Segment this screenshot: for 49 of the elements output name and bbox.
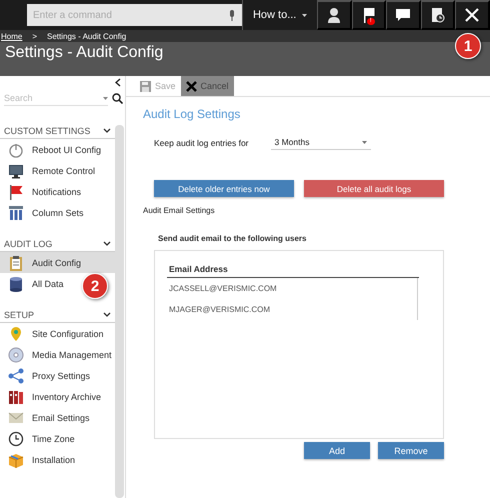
person-icon: [327, 7, 342, 23]
share-icon: [8, 368, 24, 384]
collapse-icon[interactable]: [115, 78, 121, 87]
table-cell[interactable]: MJAGER@VERISMIC.COM: [167, 299, 417, 320]
caret-icon: [362, 140, 367, 144]
breadcrumb-link[interactable]: Home: [1, 32, 22, 40]
close-icon: [186, 80, 197, 92]
section-heading: Audit Log Settings: [143, 107, 242, 121]
columns-icon: [8, 204, 24, 220]
section-heading: Audit Email Settings: [143, 206, 216, 215]
delete-all-button[interactable]: Delete all audit logs: [304, 180, 444, 197]
binders-icon: [8, 388, 24, 404]
sidebar-item[interactable]: Audit Config: [0, 252, 115, 273]
disc-icon: [8, 346, 24, 362]
section-title: SETUP: [4, 310, 34, 320]
section-title: AUDIT LOG: [4, 239, 52, 249]
location-pin-icon: [8, 326, 24, 342]
table-cell[interactable]: JCASSELL@VERISMIC.COM: [167, 278, 417, 299]
clock-icon: [8, 430, 24, 446]
database-icon: [8, 276, 24, 292]
search-icon[interactable]: [112, 93, 123, 104]
chevron-icon[interactable]: [103, 312, 111, 318]
microphone-icon[interactable]: [228, 10, 235, 21]
clipboard-icon: [8, 254, 24, 270]
caret-icon[interactable]: [103, 96, 108, 100]
flag-icon: [8, 184, 24, 200]
field-label: Keep audit log entries for: [154, 138, 249, 148]
power-icon: [8, 142, 24, 158]
add-button[interactable]: Add: [304, 442, 370, 459]
monitor-icon: [8, 162, 24, 178]
chevron-icon[interactable]: [103, 241, 111, 247]
envelope-icon: [8, 410, 24, 426]
speech-bubble-icon: [395, 8, 412, 22]
command-field[interactable]: Enter a command: [27, 4, 242, 26]
flag-icon: [362, 7, 375, 23]
chat-button[interactable]: [386, 0, 421, 30]
section-title: CUSTOM SETTINGS: [4, 126, 90, 136]
breadcrumb-current: Settings - Audit Config: [47, 32, 126, 40]
remove-button[interactable]: Remove: [378, 442, 444, 459]
package-icon: [8, 452, 24, 468]
chevron-icon[interactable]: [103, 128, 111, 134]
retention-dropdown[interactable]: 3 Months: [270, 135, 371, 150]
scrollbar[interactable]: [115, 125, 124, 498]
delete-older-button[interactable]: Delete older entries now: [154, 180, 294, 197]
caret-icon: [302, 14, 308, 16]
column-header: Email Address: [167, 264, 419, 278]
document-clock-icon: [430, 7, 445, 23]
breadcrumb-separator: >: [32, 32, 38, 40]
instruction-text: Send audit email to the following users: [158, 234, 308, 243]
